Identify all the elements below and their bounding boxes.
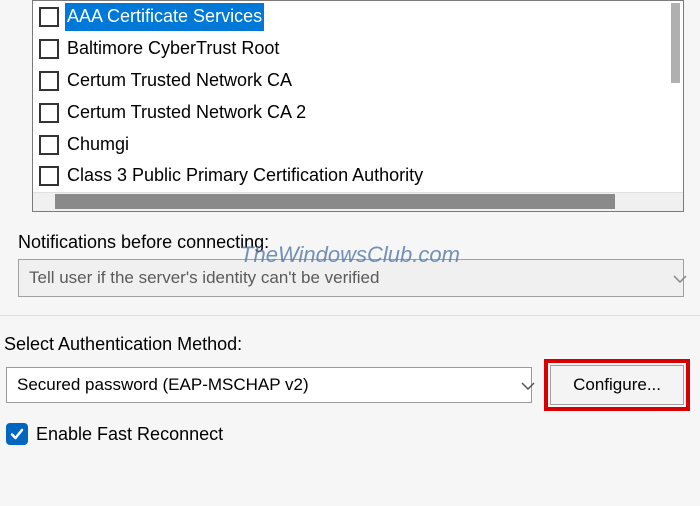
list-item-label: Chumgi [65, 131, 131, 159]
checkbox-icon[interactable] [39, 103, 59, 123]
list-item-label: AAA Certificate Services [65, 3, 264, 31]
notifications-value: Tell user if the server's identity can't… [29, 268, 379, 288]
notifications-label: Notifications before connecting: [18, 232, 700, 253]
checkbox-icon[interactable] [39, 71, 59, 91]
auth-method-dropdown[interactable]: Secured password (EAP-MSCHAP v2) [6, 367, 532, 403]
list-item[interactable]: Chumgi [33, 129, 683, 161]
fast-reconnect-checkbox-row[interactable]: Enable Fast Reconnect [6, 423, 700, 445]
list-item[interactable]: Class 3 Public Primary Certification Aut… [33, 160, 683, 192]
auth-method-label: Select Authentication Method: [4, 334, 700, 355]
list-item-label: Certum Trusted Network CA 2 [65, 99, 308, 127]
vertical-scrollbar-thumb[interactable] [671, 3, 680, 83]
trusted-ca-listbox[interactable]: AAA Certificate Services Baltimore Cyber… [32, 0, 684, 212]
checkbox-icon[interactable] [39, 166, 59, 186]
checkbox-icon[interactable] [39, 7, 59, 27]
list-item-label: Class 3 Public Primary Certification Aut… [65, 162, 425, 190]
list-item-label: Certum Trusted Network CA [65, 67, 294, 95]
eap-settings-dialog: AAA Certificate Services Baltimore Cyber… [0, 0, 700, 445]
list-item[interactable]: AAA Certificate Services [33, 1, 683, 33]
checkbox-icon[interactable] [39, 39, 59, 59]
horizontal-scrollbar-track[interactable] [33, 192, 683, 211]
list-item[interactable]: Baltimore CyberTrust Root [33, 33, 683, 65]
list-item-label: Baltimore CyberTrust Root [65, 35, 281, 63]
horizontal-scrollbar-thumb[interactable] [55, 194, 615, 209]
configure-button[interactable]: Configure... [550, 365, 684, 405]
configure-button-highlight: Configure... [544, 359, 690, 411]
checkbox-icon[interactable] [39, 135, 59, 155]
fast-reconnect-label: Enable Fast Reconnect [36, 424, 223, 445]
list-item[interactable]: Certum Trusted Network CA 2 [33, 97, 683, 129]
list-item[interactable]: Certum Trusted Network CA [33, 65, 683, 97]
notifications-dropdown[interactable]: Tell user if the server's identity can't… [18, 259, 684, 297]
checkbox-checked-icon[interactable] [6, 423, 28, 445]
auth-method-value: Secured password (EAP-MSCHAP v2) [17, 375, 309, 395]
